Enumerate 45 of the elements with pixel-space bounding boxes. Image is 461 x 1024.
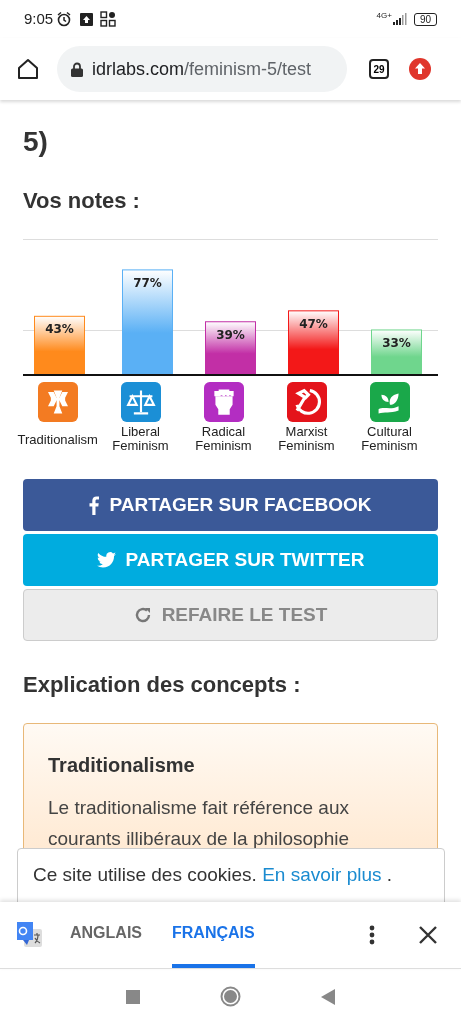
- language-tab[interactable]: ANGLAIS: [70, 902, 142, 968]
- clock-time: 9:05: [24, 8, 54, 29]
- value-label: 77%: [133, 275, 162, 290]
- lock-icon: [71, 61, 83, 77]
- category-label: Liberal Feminism: [111, 425, 170, 453]
- network-label: 4G+: [376, 12, 392, 20]
- more-options-icon[interactable]: [369, 925, 375, 945]
- cookie-text: Ce site utilise des cookies. En savoir plus .: [33, 863, 394, 887]
- category-label: Radical Feminism: [194, 425, 253, 453]
- upload-icon: [80, 12, 94, 26]
- section-heading: Vos notes :: [23, 187, 141, 215]
- plant-icon: [369, 382, 410, 422]
- value-label: 47%: [299, 316, 328, 331]
- facebook-icon: [89, 495, 100, 515]
- upload-icon[interactable]: [409, 58, 431, 80]
- retake-button[interactable]: REFAIRE LE TEST: [23, 589, 438, 641]
- facebook-button[interactable]: PARTAGER SUR FACEBOOK: [23, 479, 438, 531]
- refresh-icon: [133, 606, 152, 624]
- url-text: idrlabs.com/feminism-5/test: [92, 57, 312, 81]
- home-button-icon[interactable]: [220, 986, 241, 1007]
- back-icon[interactable]: [321, 988, 335, 1005]
- section-heading: Explication des concepts :: [23, 671, 302, 699]
- value-label: 39%: [216, 327, 245, 342]
- page-title: 5): [23, 125, 49, 159]
- card-text: Le traditionalisme fait référence aux courants illibéraux de la philosophie: [48, 796, 351, 851]
- category-label: Traditionalism: [17, 433, 98, 447]
- battery-indicator: 90: [413, 12, 437, 26]
- category-label: Marxist Feminism: [277, 425, 336, 453]
- value-label: 33%: [382, 335, 411, 350]
- alarm-icon: [56, 11, 73, 27]
- twitter-icon: [96, 552, 116, 568]
- apps-icon: [100, 11, 117, 27]
- translate-icon: [15, 921, 42, 949]
- value-label: 43%: [45, 322, 74, 337]
- tab-count[interactable]: 29: [369, 59, 389, 79]
- signal-icon: [392, 13, 407, 25]
- home-icon[interactable]: [16, 57, 40, 81]
- scales-icon: [120, 382, 161, 422]
- address-bar[interactable]: idrlabs.com/feminism-5/test: [57, 46, 347, 92]
- card-title: Traditionalisme: [48, 753, 196, 778]
- category-label: Cultural Feminism: [360, 425, 419, 453]
- close-icon[interactable]: [419, 926, 437, 944]
- recents-icon[interactable]: [126, 989, 140, 1004]
- cross-icon: [37, 382, 78, 422]
- learn-more-link[interactable]: En savoir plus: [262, 864, 382, 885]
